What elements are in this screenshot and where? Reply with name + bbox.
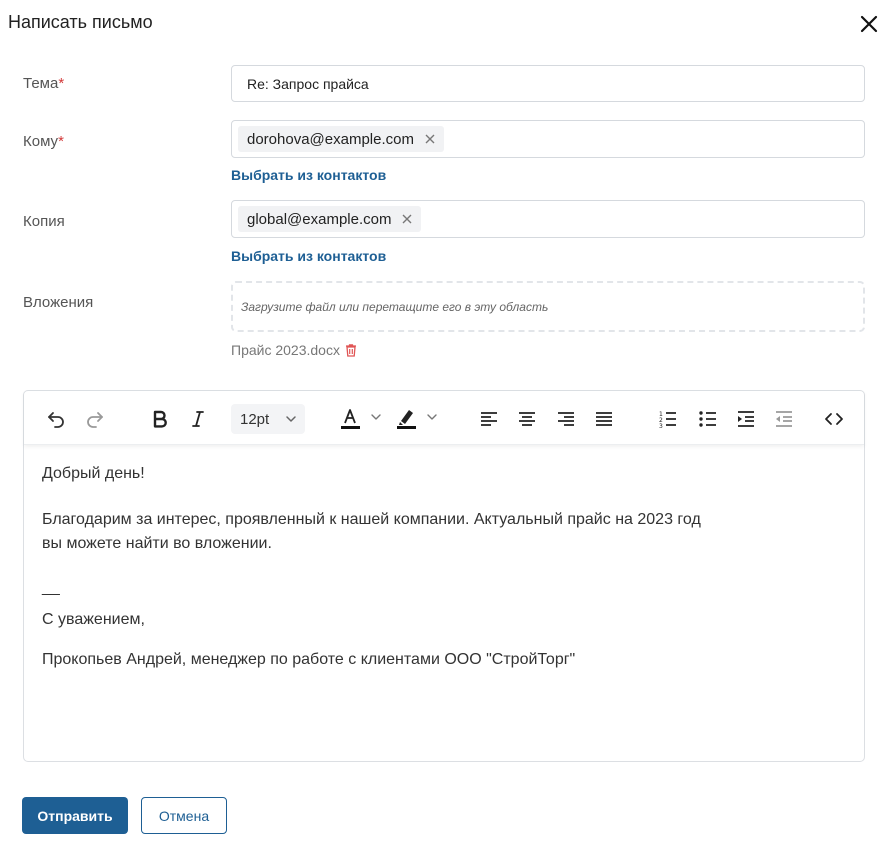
align-center-button[interactable]: [513, 405, 541, 433]
close-icon: [402, 214, 412, 224]
redo-button[interactable]: [81, 405, 109, 433]
cancel-button[interactable]: Отмена: [141, 797, 227, 834]
indent-button[interactable]: [732, 405, 760, 433]
attachments-label: Вложения: [23, 294, 94, 311]
close-icon: [425, 134, 435, 144]
undo-icon: [48, 412, 64, 428]
recipient-chip-text: dorohova@example.com: [247, 130, 414, 148]
font-size-select[interactable]: 12pt: [231, 404, 305, 434]
recipient-chip: dorohova@example.com: [238, 126, 444, 152]
remove-cc-button[interactable]: [401, 213, 413, 225]
cc-chip-text: global@example.com: [247, 210, 392, 228]
highlight-color-icon: [397, 410, 437, 429]
chevron-down-icon: [286, 416, 296, 422]
numbered-list-icon: 123: [659, 411, 676, 429]
close-button[interactable]: [855, 10, 883, 38]
bold-button[interactable]: [146, 405, 174, 433]
to-label: Кому*: [23, 133, 64, 150]
cc-chip: global@example.com: [238, 206, 422, 232]
indent-icon: [738, 411, 754, 427]
body-line-2: вы можете найти во вложении.: [42, 535, 272, 552]
italic-icon: [192, 411, 204, 427]
undo-button[interactable]: [42, 405, 70, 433]
body-separator: __: [42, 579, 60, 596]
dropzone-text: Загрузите файл или перетащите его в эту …: [241, 299, 549, 314]
required-mark: *: [58, 75, 65, 92]
body-regards: С уважением,: [42, 611, 145, 628]
source-code-icon: [825, 413, 843, 425]
text-color-icon: [341, 409, 381, 429]
align-justify-button[interactable]: [590, 405, 618, 433]
text-color-button[interactable]: [338, 405, 386, 433]
highlight-color-button[interactable]: [394, 405, 442, 433]
align-right-icon: [558, 412, 574, 426]
cc-field[interactable]: global@example.com: [231, 200, 865, 238]
editor-toolbar: 12pt 123: [24, 391, 864, 445]
bold-icon: [153, 410, 167, 428]
trash-icon: [345, 344, 356, 357]
delete-attachment-button[interactable]: [344, 343, 358, 357]
body-greeting: Добрый день!: [42, 465, 145, 482]
align-left-icon: [481, 412, 497, 426]
body-signature: Прокопьев Андрей, менеджер по работе с к…: [42, 651, 576, 668]
to-pick-contacts-link[interactable]: Выбрать из контактов: [231, 167, 386, 183]
subject-label: Тема*: [23, 75, 64, 92]
rich-text-editor: 12pt 123 Добрый день! Благодарим за инте…: [23, 390, 865, 762]
close-icon: [860, 15, 878, 33]
outdent-icon: [776, 411, 792, 427]
italic-button[interactable]: [184, 405, 212, 433]
cc-pick-contacts-link[interactable]: Выбрать из контактов: [231, 248, 386, 264]
bullet-list-button[interactable]: [694, 405, 722, 433]
align-center-icon: [519, 412, 535, 426]
bullet-list-icon: [699, 411, 716, 427]
send-button[interactable]: Отправить: [22, 797, 128, 834]
remove-recipient-button[interactable]: [424, 133, 436, 145]
attachment-filename: Прайс 2023.docx: [231, 342, 340, 358]
font-size-value: 12pt: [240, 410, 270, 428]
align-left-button[interactable]: [475, 405, 503, 433]
to-label-text: Кому: [23, 133, 59, 150]
file-dropzone[interactable]: Загрузите файл или перетащите его в эту …: [231, 281, 865, 332]
to-field[interactable]: dorohova@example.com: [231, 120, 865, 158]
svg-text:3: 3: [659, 423, 663, 429]
required-mark: *: [58, 133, 64, 150]
numbered-list-button[interactable]: 123: [654, 405, 682, 433]
attachment-item: Прайс 2023.docx: [231, 342, 358, 358]
subject-input[interactable]: [231, 65, 865, 102]
dialog-title: Написать письмо: [8, 12, 153, 32]
outdent-button[interactable]: [770, 405, 798, 433]
cc-label: Копия: [23, 213, 65, 230]
body-line-1: Благодарим за интерес, проявленный к наш…: [42, 511, 701, 528]
redo-icon: [87, 412, 103, 428]
source-code-button[interactable]: [820, 405, 848, 433]
align-right-button[interactable]: [552, 405, 580, 433]
subject-label-text: Тема: [23, 75, 59, 92]
align-justify-icon: [596, 412, 612, 426]
